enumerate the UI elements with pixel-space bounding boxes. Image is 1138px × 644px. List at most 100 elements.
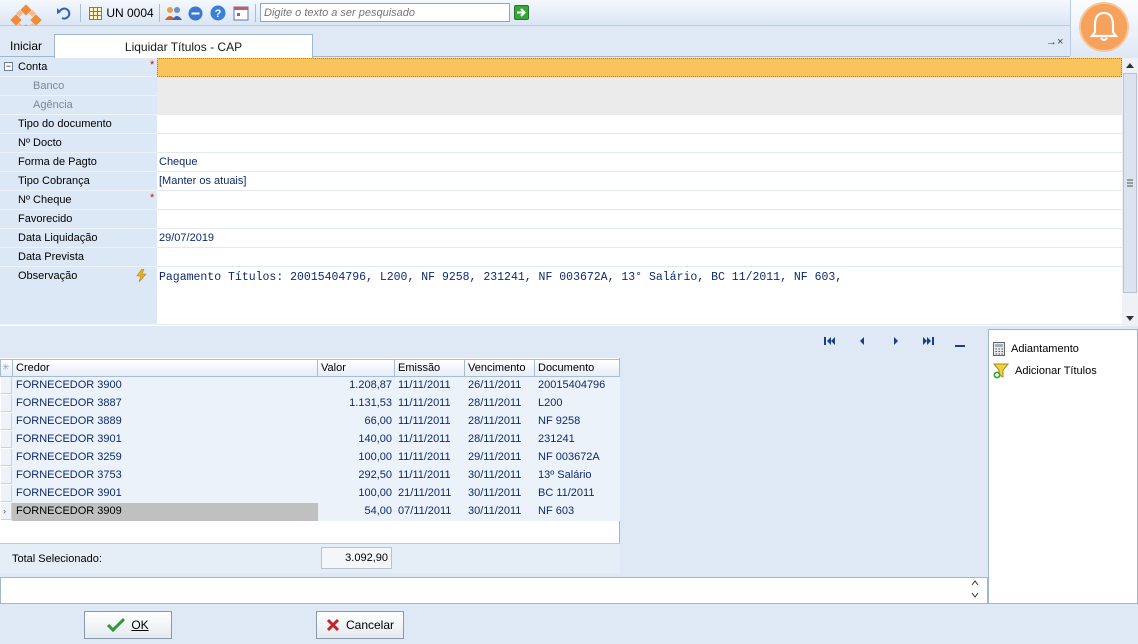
data-prevista-label: Data Prevista <box>0 248 157 267</box>
notifications-button[interactable] <box>1079 2 1129 52</box>
cell-valor: 292,50 <box>358 469 392 481</box>
total-selected-label: Total Selecionado: <box>12 553 102 565</box>
cell-emissao: 11/11/2011 <box>398 433 451 445</box>
cell-vencimento: 29/11/2011 <box>468 451 522 463</box>
observacao-field[interactable]: Pagamento Títulos: 20015404796, L200, NF… <box>157 267 1122 325</box>
memo-field[interactable] <box>0 577 988 604</box>
ok-button[interactable]: OK <box>84 611 172 639</box>
grid-empty-area <box>620 358 988 572</box>
adiantamento-action[interactable]: Adiantamento <box>993 340 1079 358</box>
toolbar-separator <box>159 4 160 22</box>
field-label: − Conta * <box>0 58 157 77</box>
form-row-banco: Banco <box>0 77 1122 96</box>
grid-icon[interactable] <box>88 4 103 22</box>
tab-liquidar-titulos[interactable]: Liquidar Títulos - CAP <box>54 34 313 58</box>
cell-vencimento: 30/11/2011 <box>468 487 522 499</box>
delete-record-icon[interactable] <box>955 340 965 351</box>
grid-corner-icon[interactable]: ✳ <box>0 359 13 377</box>
banco-field <box>157 77 1122 96</box>
cancel-button[interactable]: Cancelar <box>316 611 404 639</box>
column-header-vencimento[interactable]: Vencimento <box>465 359 535 377</box>
form-scrollbar-thumb[interactable] <box>1123 73 1137 293</box>
previous-record-icon[interactable] <box>858 336 866 349</box>
cell-emissao: 07/11/2011 <box>398 505 452 517</box>
help-icon[interactable]: ? <box>209 4 226 22</box>
cell-credor: FORNECEDOR 3889 <box>16 415 122 427</box>
start-button[interactable]: Iniciar <box>10 39 42 53</box>
row-selector[interactable] <box>1 449 12 466</box>
search-go-button[interactable] <box>514 5 529 20</box>
tipo-cobranca-label: Tipo Cobrança <box>0 172 157 191</box>
current-row-icon[interactable]: › <box>1 503 12 520</box>
close-tab-button[interactable]: →× <box>1046 36 1063 48</box>
row-selector[interactable] <box>1 413 12 430</box>
cancel-label: Cancelar <box>345 618 395 632</box>
collapse-icon[interactable]: − <box>4 62 13 71</box>
record-navigator <box>0 326 988 358</box>
lightning-icon[interactable] <box>136 268 147 285</box>
cell-valor: 1.208,87 <box>349 379 392 391</box>
calendar-icon[interactable] <box>232 4 250 22</box>
data-liquidacao-field[interactable]: 29/07/2019 <box>157 229 1122 248</box>
cell-emissao: 11/11/2011 <box>398 415 451 427</box>
row-selector[interactable] <box>1 377 12 394</box>
form-row-data-liquidacao: Data Liquidação 29/07/2019 <box>0 229 1122 248</box>
cell-vencimento: 28/11/2011 <box>468 415 522 427</box>
liquidation-form: − Conta * Banco Agência Tipo do document… <box>0 58 1122 326</box>
cell-credor: FORNECEDOR 3909 <box>16 505 122 517</box>
forma-pagto-field[interactable]: Cheque <box>157 153 1122 172</box>
undo-icon[interactable] <box>55 4 73 22</box>
tipo-cobranca-field[interactable]: [Manter os atuais] <box>157 172 1122 191</box>
cell-documento: NF 603 <box>538 505 575 517</box>
tipo-documento-label: Tipo do documento <box>0 115 157 134</box>
cell-documento: BC 11/2011 <box>538 487 595 499</box>
cell-valor: 54,00 <box>364 505 392 517</box>
search-input[interactable] <box>260 3 510 22</box>
row-selector[interactable] <box>1 395 12 412</box>
row-selector[interactable] <box>1 467 12 484</box>
svg-text:?: ? <box>214 8 221 20</box>
column-header-documento[interactable]: Documento <box>535 359 620 377</box>
cell-documento: NF 9258 <box>538 415 581 427</box>
column-header-emissao[interactable]: Emissão <box>395 359 465 377</box>
notifications-panel <box>1070 0 1138 56</box>
form-row-tipo-cobranca: Tipo Cobrança [Manter os atuais] <box>0 172 1122 191</box>
unit-label: UN 0004 <box>106 6 154 20</box>
minimize-icon[interactable] <box>187 4 203 22</box>
unit-button[interactable]: UN 0004 <box>106 4 154 22</box>
cell-credor: FORNECEDOR 3900 <box>16 379 122 391</box>
adicionar-titulos-action[interactable]: Adicionar Títulos <box>993 362 1097 380</box>
nro-docto-field[interactable] <box>157 134 1122 153</box>
row-selector[interactable] <box>1 431 12 448</box>
row-selector[interactable] <box>1 485 12 502</box>
last-record-icon[interactable] <box>922 336 934 349</box>
cell-vencimento: 28/11/2011 <box>468 433 522 445</box>
column-header-valor[interactable]: Valor <box>318 359 395 377</box>
conta-field[interactable] <box>157 58 1122 77</box>
nro-cheque-field[interactable] <box>157 191 1122 210</box>
favorecido-field[interactable] <box>157 210 1122 229</box>
add-filter-icon <box>993 363 1009 379</box>
tipo-documento-field[interactable] <box>157 115 1122 134</box>
data-prevista-field[interactable] <box>157 248 1122 267</box>
nro-docto-label: Nº Docto <box>0 134 157 153</box>
users-icon[interactable] <box>164 4 182 22</box>
bell-icon <box>1089 11 1119 42</box>
agencia-field <box>157 96 1122 115</box>
column-header-credor[interactable]: Credor <box>13 359 318 377</box>
form-row-favorecido: Favorecido <box>0 210 1122 229</box>
next-record-icon[interactable] <box>892 336 900 349</box>
field-label: Observação <box>0 267 157 325</box>
cell-documento: 13º Salário <box>538 469 592 481</box>
ok-label: OK <box>131 618 149 632</box>
cell-documento: L200 <box>538 397 563 409</box>
memo-scroll-icon[interactable] <box>970 578 980 603</box>
form-row-observacao: Observação Pagamento Títulos: 2001540479… <box>0 267 1122 325</box>
cell-documento: 20015404796 <box>538 379 606 391</box>
required-mark: * <box>150 192 155 204</box>
x-icon <box>326 618 340 632</box>
cell-emissao: 11/11/2011 <box>398 469 451 481</box>
first-record-icon[interactable] <box>824 336 836 349</box>
cell-vencimento: 30/11/2011 <box>468 469 522 481</box>
toolbar-separator <box>255 4 256 22</box>
